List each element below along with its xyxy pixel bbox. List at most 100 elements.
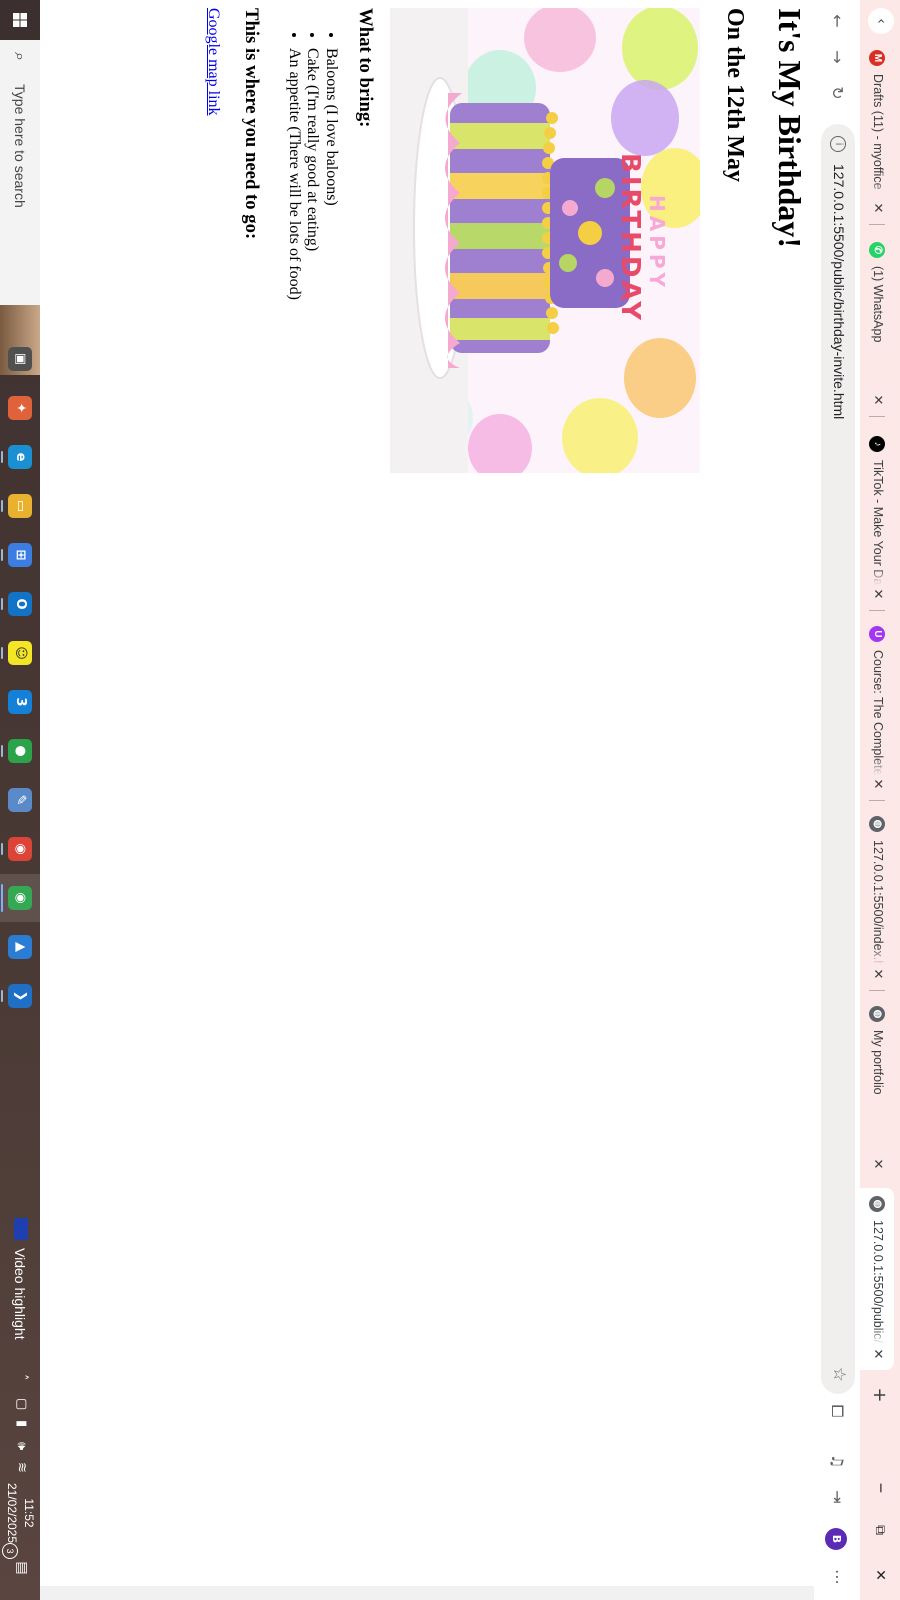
tab-4[interactable]: U Course: The Complete ✕ [860, 618, 894, 801]
minimize-icon[interactable]: ─ [868, 1468, 892, 1508]
taskbar-app-2[interactable]: ✦ [0, 384, 40, 432]
globe-icon: ◍ [869, 816, 885, 832]
taskbar-app-4[interactable]: ▭ [0, 482, 40, 530]
bookmark-star-icon[interactable]: ☆ [829, 1367, 849, 1382]
bring-list: Baloons (I love baloons) Cake (I'm reall… [285, 8, 340, 300]
list-item: An appetite (There will be lots of food) [285, 48, 303, 300]
back-icon[interactable]: ← [826, 10, 848, 32]
tiktok-icon: ♪ [869, 436, 885, 452]
meet-now-icon[interactable]: ▢ [14, 1398, 29, 1410]
volume-icon[interactable]: 🕪 [14, 1442, 29, 1450]
forward-icon[interactable]: → [826, 46, 848, 68]
where-heading: This is where you need to go: [241, 8, 262, 240]
vscode-icon: ❯ [8, 984, 32, 1008]
url-text[interactable]: 127.0.0.1:5500/public/birthday-invite.ht… [831, 164, 847, 419]
taskbar-app-12[interactable]: ◉ [0, 874, 40, 922]
media-playlist-icon[interactable]: ♫ [826, 1450, 848, 1472]
taskbar-app-13[interactable]: ▲ [0, 923, 40, 971]
tab-separator [869, 416, 885, 417]
taskbar-app-11[interactable]: ◉ [0, 825, 40, 873]
tab-2[interactable]: ✆ (1) WhatsApp ✕ [860, 234, 894, 417]
tab-3[interactable]: ♪ TikTok - Make Your Day ✕ [860, 428, 894, 611]
file-explorer-icon: ▭ [8, 494, 32, 518]
show-hidden-icons-chevron-icon[interactable]: ˄ [14, 1374, 29, 1381]
page-subtitle: On the 12th May [722, 8, 748, 182]
profile-avatar[interactable]: B [825, 1528, 847, 1550]
taskbar-app-5[interactable]: ⊞ [0, 531, 40, 579]
clock-date: 21/02/2025 [5, 1482, 19, 1544]
snapchat-icon: ☺ [8, 641, 32, 665]
taskbar-search-box[interactable]: ⌕ Type here to search [0, 40, 40, 375]
tab-1[interactable]: M Drafts (11) - myoffice ✕ [860, 42, 894, 225]
globe-icon: ◍ [869, 1006, 885, 1022]
copilot-icon: ✦ [8, 396, 32, 420]
tab-close-icon[interactable]: ✕ [870, 392, 886, 408]
tab-separator [869, 990, 885, 991]
edge-icon: e [8, 445, 32, 469]
tab-title: (1) WhatsApp [871, 266, 885, 343]
azure-icon: ▲ [8, 935, 32, 959]
tab-5[interactable]: ◍ 127.0.0.1:5500/index.html ✕ [860, 808, 894, 991]
birthday-cake-image: HAPPY BIRTHDAY [390, 8, 700, 473]
tab-strip: ‹ M Drafts (11) - myoffice ✕ ✆ (1) WhatsApp ✕… [860, 0, 900, 1600]
sign-in-icon[interactable]: ⇥ [826, 1486, 848, 1508]
cake-text-happy: HAPPY [645, 195, 669, 291]
tab-title: My portfolio [871, 1030, 885, 1095]
chrome-profile-icon: ◉ [8, 886, 32, 910]
start-button[interactable] [0, 0, 40, 40]
tab-close-icon[interactable]: ✕ [870, 776, 886, 792]
taskbar-app-9[interactable]: ● [0, 727, 40, 775]
extensions-icon[interactable]: ⧠ [826, 1400, 848, 1422]
notification-count-badge: 3 [2, 1543, 18, 1559]
browser-toolbar: ← → ↻ i 127.0.0.1:5500/public/birthday-i… [813, 0, 860, 1600]
taskbar-app-7[interactable]: ☺ [0, 629, 40, 677]
taskbar-app-6[interactable]: O [0, 580, 40, 628]
cake-text-birthday: BIRTHDAY [615, 153, 645, 323]
windows-taskbar: ⌕ Type here to search ▣ ✦ e ▭ ⊞ O ☺ 3 ● ✎ ◉ ◉ ▲ ❯ Vid… [0, 0, 40, 1600]
tab-close-icon[interactable]: ✕ [870, 586, 886, 602]
taskbar-app-14[interactable]: ❯ [0, 972, 40, 1020]
whatsapp-taskbar-icon: ● [8, 739, 32, 763]
clock-time: 11:52 [22, 1498, 36, 1528]
menu-more-icon[interactable]: ⋯ [826, 1566, 848, 1588]
taskbar-app-3[interactable]: e [0, 433, 40, 481]
udemy-icon: U [869, 626, 885, 642]
tab-separator [869, 224, 885, 225]
tab-separator [869, 610, 885, 611]
tab-title: Course: The Complete [871, 650, 885, 775]
tab-close-icon[interactable]: ✕ [870, 200, 886, 216]
notification-icon[interactable]: ▤ [10, 1558, 30, 1578]
taskbar-clock[interactable]: 11:52 21/02/2025 [3, 1478, 37, 1548]
address-bar[interactable]: i 127.0.0.1:5500/public/birthday-invite.… [821, 124, 855, 1394]
search-placeholder: Type here to search [12, 84, 28, 208]
list-item: Cake (I'm really good at eating) [303, 48, 322, 300]
page-scrollbar[interactable] [40, 1586, 814, 1600]
bring-heading: What to bring: [355, 8, 376, 128]
tab-search-chevron-icon[interactable]: ‹ [868, 8, 894, 34]
google-map-link[interactable]: Google map link [204, 8, 222, 116]
whatsapp-icon: ✆ [869, 242, 885, 258]
tab-title: TikTok - Make Your Day [871, 460, 885, 585]
tab-title: 127.0.0.1:5500/index.html [871, 840, 885, 965]
tab-close-icon[interactable]: ✕ [870, 1346, 886, 1362]
tab-title: 127.0.0.1:5500/public/ [871, 1220, 885, 1344]
tab-6[interactable]: ◍ My portfolio ✕ [860, 998, 894, 1180]
taskbar-app-8[interactable]: 3 [0, 678, 40, 726]
tab-close-icon[interactable]: ✕ [870, 1156, 886, 1172]
windows-logo-icon [13, 13, 27, 27]
wifi-icon[interactable]: ≋ [14, 1462, 29, 1473]
app-3-icon: 3 [8, 690, 32, 714]
reload-icon[interactable]: ↻ [826, 82, 848, 104]
task-view-icon: ▣ [8, 347, 32, 371]
site-info-icon[interactable]: i [830, 136, 846, 152]
restore-icon[interactable]: ⧉ [868, 1510, 892, 1550]
taskbar-app-1[interactable]: ▣ [0, 335, 40, 383]
new-tab-button[interactable]: + [867, 1383, 891, 1407]
tab-7[interactable]: ◍ 127.0.0.1:5500/public/ ✕ [860, 1188, 894, 1370]
taskbar-app-10[interactable]: ✎ [0, 776, 40, 824]
news-widget[interactable]: Video highlight [0, 1210, 40, 1370]
close-window-icon[interactable]: ✕ [868, 1555, 892, 1595]
tab-close-icon[interactable]: ✕ [870, 966, 886, 982]
page-content: It's My Birthday! On the 12th May HAPPY … [40, 0, 814, 1600]
battery-icon[interactable]: ▮ [14, 1420, 29, 1427]
